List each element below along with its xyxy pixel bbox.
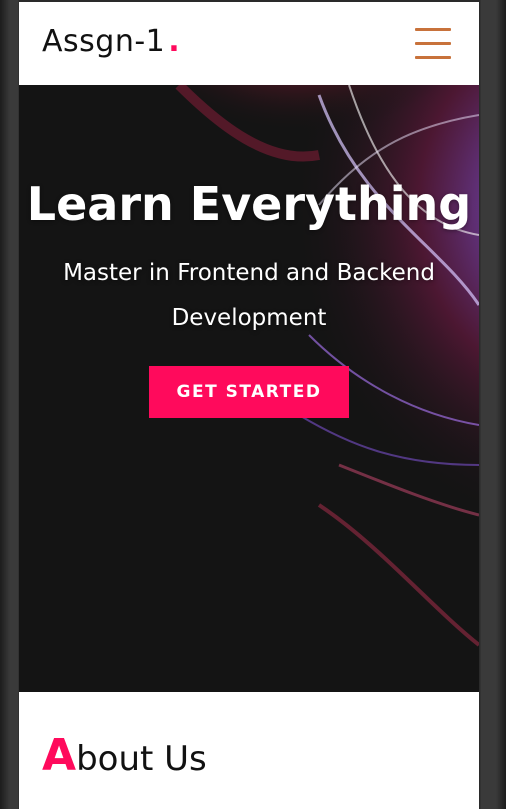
brand-dot: . [168,24,181,59]
brand-logo[interactable]: Assgn-1. [42,24,180,59]
hero-section: Learn Everything Master in Frontend and … [19,85,479,692]
hero-subtitle: Master in Frontend and Backend Developme… [63,260,435,331]
navbar: Assgn-1. [19,2,479,85]
hero-title: Learn Everything [26,177,472,231]
brand-text: Assgn-1 [42,24,166,59]
hamburger-line [415,28,451,31]
hamburger-line [415,42,451,45]
about-heading: About Us [42,734,207,778]
hamburger-menu-icon[interactable] [415,27,451,61]
about-heading-rest: bout Us [76,739,207,779]
about-section: About Us [19,692,479,809]
get-started-button[interactable]: GET STARTED [149,366,349,418]
hamburger-line [415,56,451,59]
about-heading-first-letter: A [42,730,77,781]
page: Assgn-1. Learn Everything Master in Fron… [19,2,479,809]
